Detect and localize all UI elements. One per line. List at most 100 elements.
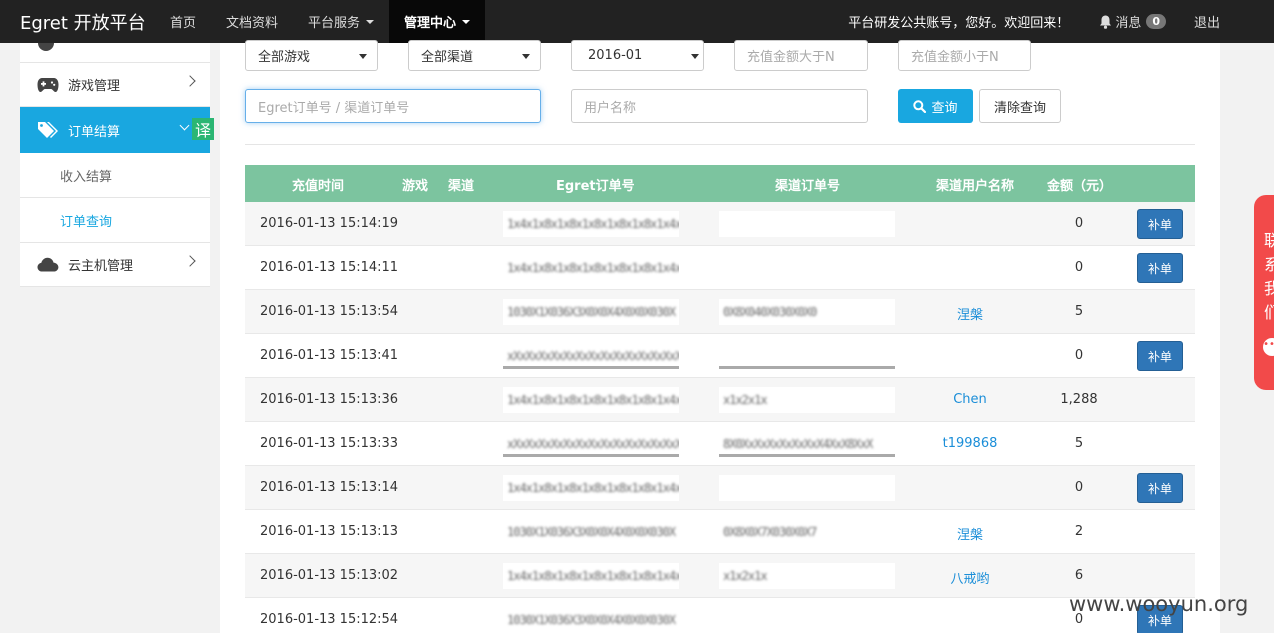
cell-amount: 1,288 (1060, 392, 1098, 407)
cell-recharge-time: 2016-01-13 15:12:54 (260, 612, 399, 627)
nav-management-dropdown[interactable]: 管理中心 (389, 0, 486, 43)
channel-order-text: 8X0XxXxXxXxXxXxX4XxX8XxX (723, 437, 873, 451)
reissue-order-button[interactable]: 补单 (1137, 341, 1183, 371)
amount-max-placeholder: 充值金额小于N (911, 50, 999, 65)
reissue-order-button[interactable]: 补单 (1137, 473, 1183, 503)
caret-down-icon (366, 19, 375, 24)
egret-order-text: 1030X1X036X3X0X0X4X0X0X030X (507, 525, 676, 539)
welcome-text: 平台研发公共账号，您好。欢迎回来！ (848, 16, 1070, 31)
table-row: 2016-01-13 15:14:19 1x4x1x8x1x8x1x8x1x8x1… (245, 202, 1195, 246)
table-row: 2016-01-13 15:13:36 1x4x1x8x1x8x1x8x1x8x1… (245, 378, 1195, 422)
header-channel-username: 渠道用户名称 (936, 179, 1015, 194)
main-panel: 全部游戏 全部渠道 2016-01 充值金额大于N 充值金额小于N Egret订… (220, 40, 1220, 633)
month-select[interactable]: 2016-01 (571, 40, 704, 71)
table-header: 充值时间 游戏 渠道 Egret订单号 渠道订单号 渠道用户名称 金额（元） (245, 165, 1195, 202)
reissue-order-button[interactable]: 补单 (1137, 209, 1183, 239)
brand-logo[interactable]: Egret 开放平台 (0, 9, 155, 35)
header-amount: 金额（元） (1047, 179, 1113, 194)
username-input[interactable]: 用户名称 (571, 89, 868, 123)
game-select[interactable]: 全部游戏 (245, 40, 378, 71)
cell-egret-order-redacted: 1x4x1x8x1x8x1x8x1x8x1x8x1x4x1x8x (503, 387, 679, 413)
egret-order-text: 1x4x1x8x1x8x1x8x1x8x1x8x1x4x1x8x (507, 217, 679, 231)
egret-order-text: 1x4x1x8x1x8x1x8x1x8x1x8x1x4x1x8x (507, 393, 679, 407)
cell-amount: 5 (1074, 304, 1084, 319)
cell-egret-order-redacted: 1x4x1x8x1x8x1x8x1x8x1x8x1x4x1x8x (503, 563, 679, 589)
sidebar-item-order-settlement[interactable]: 订单结算 译 (20, 107, 214, 153)
cell-channel-order-redacted (719, 475, 895, 501)
channel-select[interactable]: 全部渠道 (408, 40, 541, 71)
caret-down-icon (462, 19, 471, 24)
egret-order-text: xXxXxXxXxXxXxXxXxXxXxXxXxXxX (507, 437, 679, 451)
cell-egret-order-redacted: 1x4x1x8x1x8x1x8x1x8x1x8x1x4x1x8x (503, 211, 679, 237)
cell-amount: 0 (1074, 260, 1084, 275)
cell-channel-username[interactable]: 涅槃 (957, 304, 983, 323)
cell-amount: 0 (1074, 216, 1084, 231)
egret-order-text: 1x4x1x8x1x8x1x8x1x8x1x8x1x4x1x8x (507, 261, 679, 275)
translate-badge[interactable]: 译 (192, 118, 214, 140)
channel-select-value: 全部渠道 (421, 50, 474, 65)
egret-order-text: 1030X1X036X3X0X0X4X0X0X030X (507, 305, 676, 319)
cell-channel-order-redacted: 0X8X0X7X030X0X7 (719, 519, 895, 545)
channel-order-text (719, 349, 723, 363)
contact-us-label: 联系我们 (1264, 231, 1274, 322)
table-body: 2016-01-13 15:14:19 1x4x1x8x1x8x1x8x1x8x1… (245, 202, 1195, 633)
dropdown-arrow-icon (691, 54, 699, 59)
channel-order-text: 0X8X0X7X030X0X7 (723, 525, 817, 539)
cell-egret-order-redacted: 1030X1X036X3X0X0X4X0X0X030X (503, 607, 679, 633)
cell-egret-order-redacted: 1x4x1x8x1x8x1x8x1x8x1x8x1x4x1x8x (503, 255, 679, 281)
sidebar-item-label: 订单结算 (68, 124, 121, 140)
dropdown-arrow-icon (359, 54, 367, 59)
month-select-value: 2016-01 (588, 48, 643, 63)
channel-order-text (719, 613, 723, 627)
header-channel-order: 渠道订单号 (775, 179, 841, 194)
nav-docs-label: 文档资料 (226, 16, 279, 31)
cell-amount: 0 (1074, 480, 1084, 495)
sidebar-item-partial[interactable] (20, 43, 210, 63)
logout-link[interactable]: 退出 (1194, 12, 1274, 31)
search-button[interactable]: 查询 (898, 89, 973, 123)
cell-amount: 0 (1074, 348, 1084, 363)
sidebar-item-cloud-host[interactable]: 云主机管理 (20, 243, 210, 287)
egret-order-text: 1x4x1x8x1x8x1x8x1x8x1x8x1x4x1x8x (507, 481, 679, 495)
cell-channel-username[interactable]: 八戒哟 (950, 568, 989, 587)
game-select-value: 全部游戏 (258, 50, 311, 65)
cell-recharge-time: 2016-01-13 15:13:14 (260, 480, 399, 495)
cell-channel-username[interactable]: t199868 (943, 436, 998, 451)
clear-search-button[interactable]: 清除查询 (979, 89, 1061, 123)
gamepad-icon (36, 77, 60, 93)
cell-egret-order-redacted: xXxXxXxXxXxXxXxXxXxXxXxXxXxX (503, 343, 679, 369)
nav-services-dropdown[interactable]: 平台服务 (293, 0, 389, 43)
chevron-right-icon (184, 75, 196, 87)
channel-order-text (719, 217, 723, 231)
cell-amount: 5 (1074, 436, 1084, 451)
nav-docs[interactable]: 文档资料 (211, 0, 293, 43)
cell-recharge-time: 2016-01-13 15:13:36 (260, 392, 399, 407)
sidebar-item-game-management[interactable]: 游戏管理 (20, 63, 210, 107)
sidebar-subitem-income-settlement[interactable]: 收入结算 (20, 153, 210, 198)
amount-max-input[interactable]: 充值金额小于N (898, 40, 1031, 71)
cell-channel-username[interactable]: 涅槃 (957, 524, 983, 543)
orders-table: 充值时间 游戏 渠道 Egret订单号 渠道订单号 渠道用户名称 金额（元） 2… (245, 165, 1195, 633)
partial-icon (38, 43, 54, 51)
order-number-placeholder: Egret订单号 / 渠道订单号 (258, 100, 410, 116)
cell-channel-order-redacted: x1x2x1x (719, 387, 895, 413)
tags-icon (36, 121, 60, 139)
messages-link[interactable]: 消息 0 (1099, 12, 1194, 31)
cell-channel-order-redacted (719, 607, 895, 633)
username-placeholder: 用户名称 (584, 100, 637, 116)
cell-channel-username[interactable]: Chen (953, 392, 987, 407)
nav-home[interactable]: 首页 (155, 0, 211, 43)
reissue-order-button[interactable]: 补单 (1137, 253, 1183, 283)
cell-channel-order-redacted (719, 255, 895, 281)
amount-min-placeholder: 充值金额大于N (747, 50, 835, 65)
channel-order-text: x1x2x1x (723, 569, 768, 583)
messages-count-badge: 0 (1146, 14, 1166, 29)
header-egret-order: Egret订单号 (556, 179, 635, 194)
header-game: 游戏 (402, 179, 429, 194)
order-number-input[interactable]: Egret订单号 / 渠道订单号 (245, 89, 541, 123)
cell-recharge-time: 2016-01-13 15:13:13 (260, 524, 399, 539)
contact-us-tab[interactable]: 联系我们 ••• (1254, 195, 1274, 390)
sidebar-subitem-order-query[interactable]: 订单查询 (20, 198, 210, 243)
amount-min-input[interactable]: 充值金额大于N (734, 40, 868, 71)
cloud-icon (36, 257, 60, 272)
